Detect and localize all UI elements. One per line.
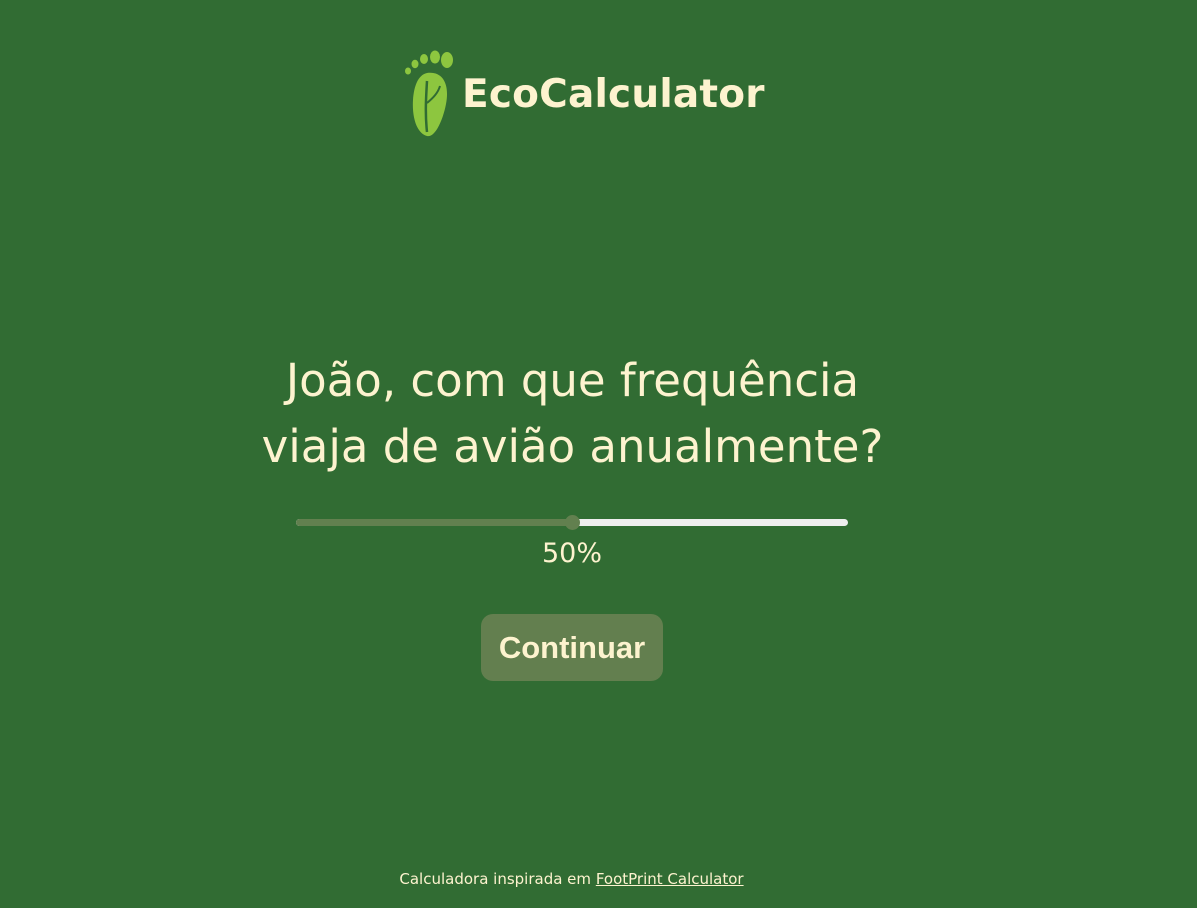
question-line-2: viaja de avião anualmente?	[261, 420, 884, 473]
brand-name: EcoCalculator	[462, 71, 765, 117]
question-line-1: João, com que frequência	[285, 354, 860, 407]
logo: EcoCalculator	[400, 48, 765, 140]
slider-fill	[296, 519, 572, 526]
footer-text: Calculadora inspirada em	[399, 870, 592, 888]
footer: Calculadora inspirada em FootPrint Calcu…	[0, 868, 1143, 890]
continue-button[interactable]: Continuar	[481, 614, 663, 681]
slider-value-label: 50%	[541, 538, 602, 569]
footprint-calculator-link[interactable]: FootPrint Calculator	[596, 870, 744, 888]
slider-thumb[interactable]	[565, 515, 580, 530]
page: EcoCalculator João, com que frequência v…	[0, 0, 1197, 908]
frequency-slider[interactable]	[296, 514, 848, 532]
footprint-leaf-icon	[405, 50, 453, 137]
question-title: João, com que frequência viaja de avião …	[0, 348, 1145, 480]
